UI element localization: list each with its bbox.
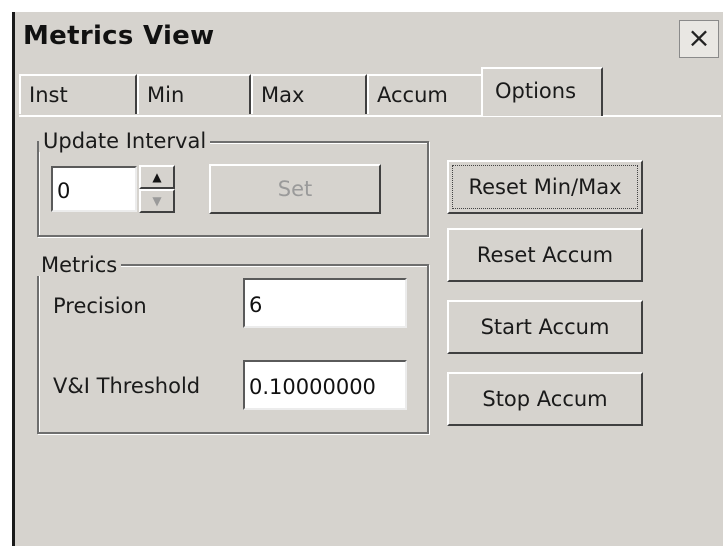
stop-accum-button[interactable]: Stop Accum	[447, 372, 643, 426]
start-accum-button[interactable]: Start Accum	[447, 300, 643, 354]
tab-label: Options	[495, 79, 577, 103]
metrics-view-window: Metrics View × Inst Min Max Accum Option…	[12, 12, 723, 546]
update-interval-legend: Update Interval	[39, 130, 211, 152]
tab-label: Inst	[29, 83, 68, 107]
reset-min-max-button[interactable]: Reset Min/Max	[447, 160, 643, 214]
tab-max[interactable]: Max	[251, 74, 367, 114]
threshold-input[interactable]	[243, 360, 407, 410]
spin-down-button[interactable]: ▼	[139, 189, 175, 213]
tab-panel-edge	[19, 115, 721, 117]
tab-label: Accum	[377, 83, 448, 107]
precision-input[interactable]	[243, 278, 407, 328]
tab-strip: Inst Min Max Accum Options	[19, 66, 723, 116]
close-button[interactable]: ×	[679, 20, 719, 58]
tab-min[interactable]: Min	[137, 74, 251, 114]
window-title: Metrics View	[23, 21, 215, 51]
threshold-label: V&I Threshold	[53, 374, 201, 398]
arrow-up-icon: ▲	[152, 170, 162, 184]
arrow-down-icon: ▼	[152, 194, 162, 208]
metrics-legend: Metrics	[37, 254, 122, 276]
reset-accum-button[interactable]: Reset Accum	[447, 228, 643, 282]
set-button[interactable]: Set	[209, 164, 381, 214]
spin-up-button[interactable]: ▲	[139, 165, 175, 189]
close-icon: ×	[687, 21, 711, 54]
update-interval-spinner[interactable]: ▲ ▼	[139, 165, 175, 213]
tab-label: Max	[261, 83, 305, 107]
title-bar[interactable]: Metrics View ×	[15, 12, 723, 64]
update-interval-input[interactable]	[51, 166, 137, 212]
tab-options[interactable]: Options	[481, 67, 603, 116]
tab-inst[interactable]: Inst	[19, 74, 137, 114]
precision-label: Precision	[53, 294, 147, 318]
tab-accum[interactable]: Accum	[367, 74, 483, 114]
tab-label: Min	[147, 83, 185, 107]
